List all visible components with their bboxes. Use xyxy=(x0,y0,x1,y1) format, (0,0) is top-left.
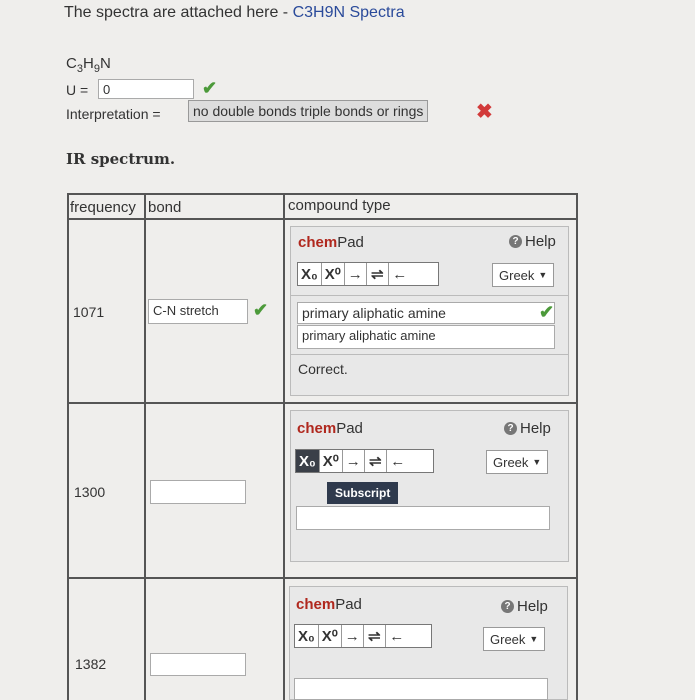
ir-spectrum-title: IR spectrum. xyxy=(66,150,176,168)
right-arrow-button[interactable]: → xyxy=(343,450,365,472)
left-arrow-button[interactable]: ← xyxy=(389,263,411,285)
help-icon: ? xyxy=(504,422,517,435)
chempad-toolbar: X₀ X⁰ → ⇌ ← xyxy=(297,262,439,286)
bond-input[interactable]: C-N stretch xyxy=(148,299,248,324)
help-button[interactable]: ? Help xyxy=(504,420,551,437)
superscript-button[interactable]: X⁰ xyxy=(319,625,342,647)
spectra-link[interactable]: C3H9N Spectra xyxy=(293,4,405,21)
table-border-left xyxy=(67,193,69,700)
interpretation-label: Interpretation = xyxy=(66,106,161,122)
cross-icon: ✖ xyxy=(476,101,493,123)
check-icon: ✔ xyxy=(202,78,218,98)
interpretation-select[interactable]: no double bonds triple bonds or rings xyxy=(188,100,429,122)
table-col-divider xyxy=(283,193,285,700)
right-arrow-button[interactable]: → xyxy=(342,625,364,647)
table-border-right xyxy=(576,193,578,700)
formula-n: N xyxy=(99,55,111,72)
compound-answer-input[interactable] xyxy=(294,678,548,700)
help-icon: ? xyxy=(509,235,522,248)
equilibrium-button[interactable]: ⇌ xyxy=(367,263,389,285)
molecular-formula: C3H9N xyxy=(66,55,111,75)
subscript-tooltip: Subscript xyxy=(327,482,399,504)
chempad-divider xyxy=(290,354,569,355)
chevron-down-icon: ▼ xyxy=(529,634,539,644)
chempad-toolbar: X₀ X⁰ → ⇌ ← xyxy=(294,624,432,648)
help-icon: ? xyxy=(501,600,514,613)
header-compound-type: compound type xyxy=(288,197,391,214)
check-icon: ✔ xyxy=(539,302,555,322)
right-arrow-button[interactable]: → xyxy=(345,263,367,285)
chevron-down-icon: ▼ xyxy=(538,270,548,280)
frequency-cell: 1071 xyxy=(73,304,105,320)
equilibrium-button[interactable]: ⇌ xyxy=(364,625,386,647)
compound-answer-input[interactable]: primary aliphatic amine xyxy=(297,302,555,324)
left-arrow-button[interactable]: ← xyxy=(387,450,409,472)
help-button[interactable]: ? Help xyxy=(509,233,556,250)
equilibrium-button[interactable]: ⇌ xyxy=(365,450,387,472)
subscript-button[interactable]: X₀ xyxy=(295,625,319,647)
intro-prefix: The spectra are attached here - xyxy=(64,4,293,21)
chempad-title: chemPad xyxy=(298,234,364,251)
bond-input[interactable] xyxy=(150,480,246,504)
superscript-button[interactable]: X⁰ xyxy=(322,263,345,285)
unsaturation-label: U = xyxy=(66,82,89,98)
greek-dropdown[interactable]: Greek ▼ xyxy=(486,450,549,474)
subscript-button[interactable]: X₀ xyxy=(296,450,320,472)
left-arrow-button[interactable]: ← xyxy=(386,625,408,647)
compound-answer-input[interactable] xyxy=(296,506,550,530)
bond-input[interactable] xyxy=(150,653,246,676)
help-button[interactable]: ? Help xyxy=(501,598,548,615)
formula-h: H xyxy=(82,55,94,72)
header-frequency: frequency xyxy=(70,199,136,216)
status-text: Correct. xyxy=(298,361,348,377)
table-col-divider xyxy=(144,193,146,700)
chempad-toolbar: X₀ X⁰ → ⇌ ← xyxy=(295,449,434,473)
check-icon: ✔ xyxy=(253,300,269,320)
chevron-down-icon: ▼ xyxy=(532,457,542,467)
formula-c: C xyxy=(66,55,77,72)
unsaturation-input[interactable]: 0 xyxy=(98,79,194,99)
greek-dropdown[interactable]: Greek ▼ xyxy=(483,627,546,651)
frequency-cell: 1300 xyxy=(74,484,106,500)
greek-dropdown[interactable]: Greek ▼ xyxy=(492,263,555,287)
header-bond: bond xyxy=(148,199,182,216)
intro-text: The spectra are attached here - C3H9N Sp… xyxy=(64,4,405,22)
compound-feedback: primary aliphatic amine xyxy=(297,325,555,349)
chempad-title: chemPad xyxy=(296,596,362,613)
chempad-title: chemPad xyxy=(297,420,363,437)
subscript-button[interactable]: X₀ xyxy=(298,263,322,285)
frequency-cell: 1382 xyxy=(75,656,107,672)
chempad-divider xyxy=(290,295,569,296)
superscript-button[interactable]: X⁰ xyxy=(320,450,343,472)
